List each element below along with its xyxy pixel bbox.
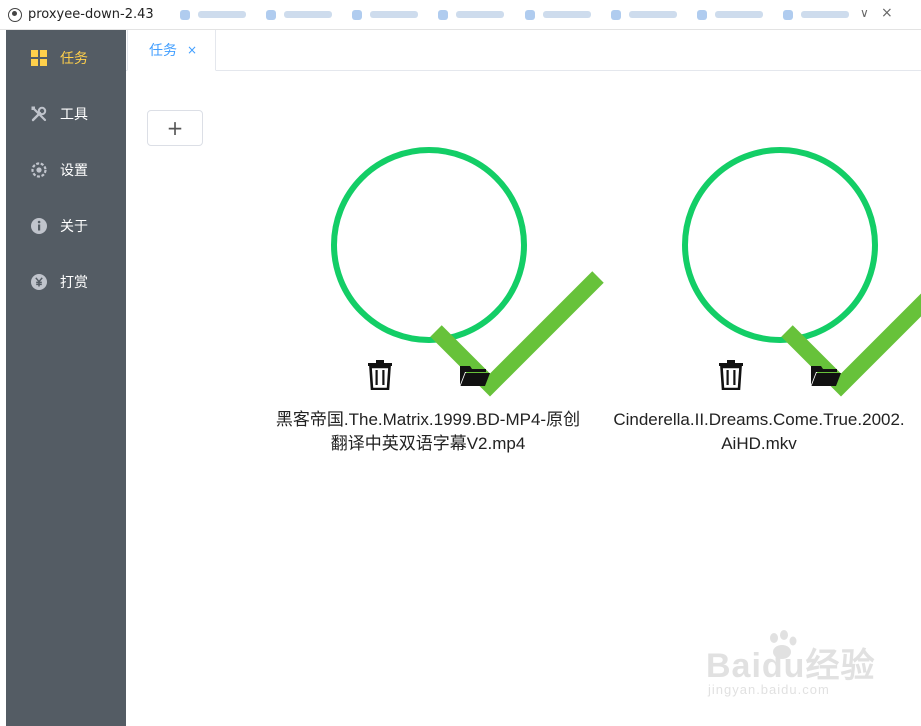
browser-tab[interactable] <box>524 6 611 24</box>
window-title: proxyee-down-2.43 <box>28 7 154 22</box>
sidebar-menu: 任务 工具 设置 关于 打赏 <box>6 30 126 726</box>
app-icon <box>8 7 22 22</box>
tab-favicon-icon <box>783 9 794 20</box>
browser-tab[interactable] <box>179 6 266 24</box>
sidebar-item-about[interactable]: 关于 <box>6 198 126 254</box>
browser-tab[interactable] <box>438 6 524 24</box>
info-icon <box>30 217 48 235</box>
tab-favicon-icon <box>697 9 708 20</box>
grid-icon <box>30 49 48 67</box>
watermark-site: jingyan.baidu.com <box>708 682 830 697</box>
browser-tab[interactable] <box>783 6 869 24</box>
tab-favicon-icon <box>352 9 363 20</box>
open-folder-button[interactable] <box>809 360 843 394</box>
delete-task-button[interactable] <box>714 360 748 394</box>
progress-ring <box>330 146 604 397</box>
tab-favicon-icon <box>524 9 535 20</box>
chevron-down-icon[interactable]: ∨ <box>860 6 869 20</box>
gear-icon <box>30 161 48 179</box>
trash-icon <box>366 360 394 394</box>
folder-open-icon <box>459 363 491 391</box>
sidebar-item-label: 工具 <box>60 107 88 123</box>
tools-icon <box>30 105 48 123</box>
sidebar-item-settings[interactable]: 设置 <box>6 142 126 198</box>
task-filename: Cinderella.II.Dreams.Come.True.2002. AiH… <box>613 410 905 453</box>
title-bar: proxyee-down-2.43 ∨ × <box>0 0 921 30</box>
sidebar-item-donate[interactable]: 打赏 <box>6 254 126 310</box>
delete-task-button[interactable] <box>363 360 397 394</box>
task-card: Cinderella.II.Dreams.Come.True.2002. AiH… <box>609 146 921 466</box>
close-icon[interactable]: × <box>187 43 197 57</box>
watermark-brand: Baidu经验 <box>706 647 876 685</box>
yen-icon <box>30 273 48 291</box>
tab-favicon-icon <box>610 9 621 20</box>
tab-label: 任务 <box>149 43 177 59</box>
sidebar-item-label: 关于 <box>60 219 88 235</box>
task-card: 黑客帝国.The.Matrix.1999.BD-MP4-原创 翻译中英双语字幕V… <box>258 146 604 466</box>
browser-tab[interactable] <box>610 6 697 24</box>
tab-favicon-icon <box>179 9 190 20</box>
sidebar-item-label: 打赏 <box>60 275 88 291</box>
tab-favicon-icon <box>265 9 276 20</box>
task-filename: 黑客帝国.The.Matrix.1999.BD-MP4-原创 翻译中英双语字幕V… <box>275 410 581 453</box>
folder-open-icon <box>810 363 842 391</box>
baidu-jingyan-watermark: Baidu经验 jingyan.baidu.com <box>706 628 906 708</box>
sidebar-item-label: 设置 <box>60 163 88 179</box>
browser-tab[interactable] <box>265 6 352 24</box>
tab-tasks[interactable]: 任务 × <box>127 30 216 71</box>
browser-tab[interactable] <box>352 6 438 24</box>
browser-tab-strip <box>179 6 870 24</box>
add-task-button[interactable]: + <box>147 110 203 146</box>
check-icon <box>769 232 921 397</box>
sidebar-item-label: 任务 <box>60 51 88 67</box>
sidebar-item-tasks[interactable]: 任务 <box>6 30 126 86</box>
open-folder-button[interactable] <box>458 360 492 394</box>
trash-icon <box>717 360 745 394</box>
tab-bar: 任务 × <box>126 30 921 71</box>
progress-ring <box>681 146 921 397</box>
close-icon[interactable]: × <box>881 5 893 21</box>
tab-favicon-icon <box>438 9 449 20</box>
browser-tab[interactable] <box>697 6 783 24</box>
check-icon <box>418 232 604 397</box>
sidebar-item-tools[interactable]: 工具 <box>6 86 126 142</box>
